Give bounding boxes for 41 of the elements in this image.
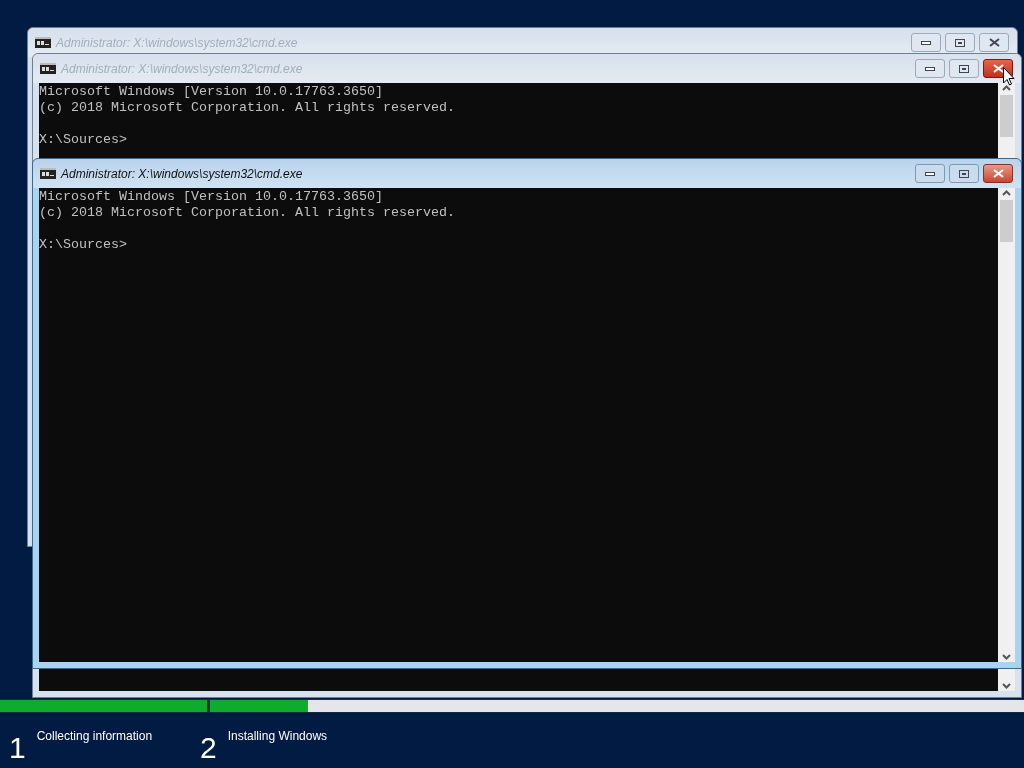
maximize-icon bbox=[959, 169, 969, 178]
step-number: 1 bbox=[9, 731, 26, 765]
window-title: Administrator: X:\windows\system32\cmd.exe bbox=[61, 165, 303, 183]
maximize-button[interactable] bbox=[949, 59, 979, 78]
close-button[interactable] bbox=[983, 164, 1013, 183]
minimize-button[interactable] bbox=[915, 164, 945, 183]
close-icon bbox=[992, 64, 1004, 73]
console-line: Microsoft Windows [Version 10.0.17763.3650] bbox=[39, 189, 384, 205]
minimize-icon bbox=[921, 40, 931, 45]
minimize-button[interactable] bbox=[911, 33, 941, 52]
minimize-icon bbox=[925, 171, 935, 176]
console-line: (c) 2018 Microsoft Corporation. All rights reserved. bbox=[39, 205, 456, 221]
console-icon bbox=[40, 63, 56, 74]
close-button[interactable] bbox=[979, 33, 1009, 52]
maximize-icon bbox=[955, 38, 965, 47]
console-icon bbox=[35, 37, 51, 48]
close-icon bbox=[992, 169, 1004, 178]
console-icon bbox=[40, 168, 56, 179]
scroll-up-icon[interactable] bbox=[1002, 85, 1011, 91]
maximize-button[interactable] bbox=[949, 164, 979, 183]
console-line: (c) 2018 Microsoft Corporation. All rights reserved. bbox=[39, 100, 456, 116]
scrollbar-thumb[interactable] bbox=[1000, 200, 1013, 242]
step-number: 2 bbox=[200, 731, 217, 765]
step-label: Collecting information bbox=[36, 728, 153, 745]
minimize-button[interactable] bbox=[915, 59, 945, 78]
scroll-down-icon[interactable] bbox=[1002, 683, 1011, 689]
mouse-cursor-icon bbox=[1003, 67, 1015, 86]
scroll-up-icon[interactable] bbox=[1002, 190, 1011, 196]
console-prompt: X:\Sources> bbox=[39, 237, 128, 253]
window-title: Administrator: X:\windows\system32\cmd.exe bbox=[56, 34, 298, 52]
window-title: Administrator: X:\windows\system32\cmd.exe bbox=[61, 60, 303, 78]
scrollbar-thumb[interactable] bbox=[1000, 95, 1013, 137]
close-icon bbox=[988, 38, 1000, 47]
console-prompt: X:\Sources> bbox=[39, 132, 128, 148]
maximize-icon bbox=[959, 64, 969, 73]
scroll-down-icon[interactable] bbox=[1002, 654, 1011, 660]
minimize-icon bbox=[925, 66, 935, 71]
maximize-button[interactable] bbox=[945, 33, 975, 52]
console-line: Microsoft Windows [Version 10.0.17763.3650] bbox=[39, 84, 384, 100]
scrollbar[interactable] bbox=[998, 188, 1015, 662]
step-label: Installing Windows bbox=[227, 728, 328, 745]
